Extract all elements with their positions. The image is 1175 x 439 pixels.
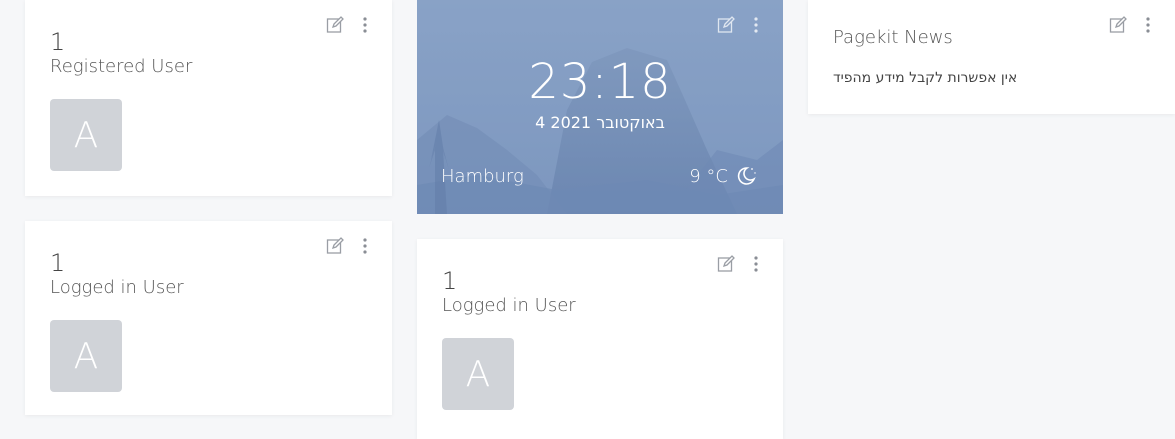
clock-date: 4 2021 באוקטובר: [535, 113, 665, 132]
clock-time: 23:18: [528, 54, 672, 110]
widget-actions: [717, 16, 765, 34]
edit-icon[interactable]: [717, 16, 735, 34]
news-widget: Pagekit News אין אפשרות לקבל מידע מהפיד: [808, 0, 1175, 114]
registered-users-widget: 1 Registered User A: [25, 0, 392, 196]
news-title: Pagekit News: [833, 27, 953, 48]
widget-actions: [717, 255, 765, 273]
user-label: Registered User: [50, 56, 193, 77]
news-error-message: אין אפשרות לקבל מידע מהפיד: [833, 70, 1018, 86]
edit-icon[interactable]: [717, 255, 735, 273]
user-count: 1: [442, 267, 458, 295]
edit-icon[interactable]: [326, 237, 344, 255]
edit-icon[interactable]: [326, 16, 344, 34]
more-vertical-icon[interactable]: [1139, 16, 1157, 34]
logged-in-users-widget: 1 Logged in User A: [25, 221, 392, 415]
moon-icon: [735, 165, 757, 191]
avatar[interactable]: A: [50, 99, 122, 171]
avatar[interactable]: A: [50, 320, 122, 392]
more-vertical-icon[interactable]: [356, 16, 374, 34]
more-vertical-icon[interactable]: [747, 255, 765, 273]
widget-actions: [1109, 16, 1157, 34]
widget-actions: [326, 16, 374, 34]
logged-in-users-widget: 1 Logged in User A: [417, 239, 783, 439]
user-label: Logged in User: [50, 277, 184, 298]
user-count: 1: [50, 28, 66, 56]
user-count: 1: [50, 249, 66, 277]
more-vertical-icon[interactable]: [747, 16, 765, 34]
avatar[interactable]: A: [442, 338, 514, 410]
user-label: Logged in User: [442, 295, 576, 316]
edit-icon[interactable]: [1109, 16, 1127, 34]
clock-weather-widget: 23:18 4 2021 באוקטובר Hamburg 9 °C: [417, 0, 783, 214]
weather-temperature: 9 °C: [689, 166, 728, 187]
widget-actions: [326, 237, 374, 255]
weather-city: Hamburg: [441, 166, 524, 187]
more-vertical-icon[interactable]: [356, 237, 374, 255]
